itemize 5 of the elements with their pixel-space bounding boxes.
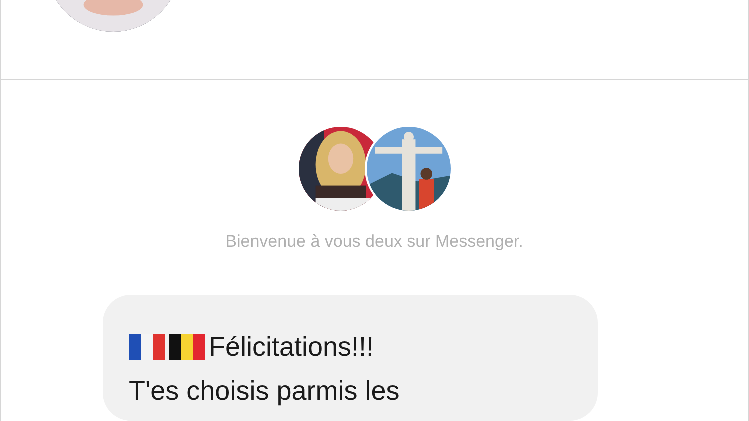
flag-icon [129, 334, 165, 360]
flag-icon [169, 334, 205, 360]
welcome-text: Bienvenue à vous deux sur Messenger. [224, 231, 524, 253]
message-title: Félicitations!!! [209, 330, 374, 364]
message-text: T'es choisis parmis les [129, 374, 401, 408]
